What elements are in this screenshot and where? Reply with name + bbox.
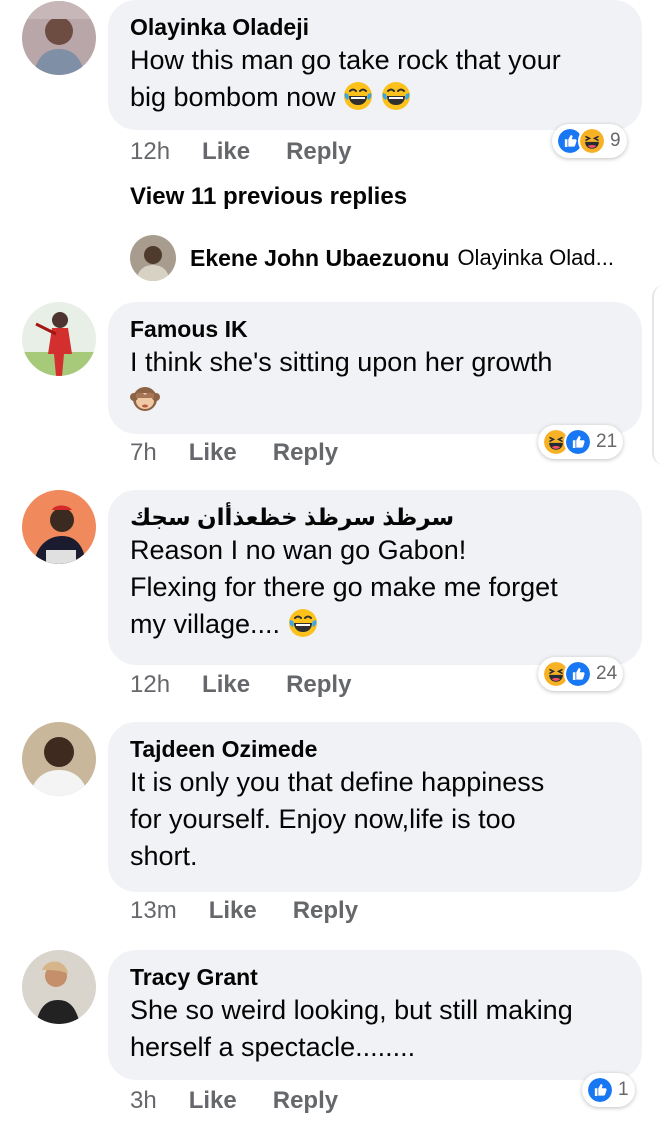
comment-text-line: I think she's sitting upon her growth xyxy=(130,347,553,377)
reaction-count: 9 xyxy=(610,130,621,151)
comment-timestamp[interactable]: 12h xyxy=(130,137,170,167)
comment-text-line: It is only you that define happiness xyxy=(130,767,545,797)
see-no-evil-monkey-emoji xyxy=(130,383,160,413)
comment-timestamp[interactable]: 3h xyxy=(130,1086,157,1116)
reply-snippet: Olayinka Olad... xyxy=(457,245,614,270)
reaction-summary[interactable]: 1 xyxy=(582,1073,635,1107)
like-button[interactable]: Like xyxy=(189,438,237,468)
comment-bubble: Tracy Grant She so weird looking, but st… xyxy=(108,950,642,1080)
reply-button[interactable]: Reply xyxy=(286,137,351,167)
laugh-cry-emoji xyxy=(381,81,411,111)
comment-timestamp[interactable]: 12h xyxy=(130,670,170,700)
laugh-cry-emoji xyxy=(288,608,318,638)
comment-text-line: herself a spectacle........ xyxy=(130,1032,416,1062)
comment-bubble: Famous IK I think she's sitting upon her… xyxy=(108,302,642,434)
avatar[interactable] xyxy=(22,302,96,376)
avatar[interactable] xyxy=(22,490,96,564)
like-reaction-icon xyxy=(586,1076,614,1104)
reaction-count: 21 xyxy=(596,431,618,452)
like-button[interactable]: Like xyxy=(202,670,250,700)
comment-author[interactable]: Tracy Grant xyxy=(130,962,620,992)
view-previous-replies-link[interactable]: View 11 previous replies xyxy=(130,183,407,211)
comment-author[interactable]: سرظذ سرظذ خظعذأان سجك xyxy=(130,502,620,532)
reply-button[interactable]: Reply xyxy=(286,670,351,700)
comment-timestamp[interactable]: 13m xyxy=(130,896,177,926)
laugh-cry-emoji xyxy=(343,81,373,111)
comment-bubble: سرظذ سرظذ خظعذأان سجك Reason I no wan go… xyxy=(108,490,642,665)
reaction-count: 1 xyxy=(618,1079,629,1100)
comment-author[interactable]: Olayinka Oladeji xyxy=(130,12,620,42)
comment-bubble: Tajdeen Ozimede It is only you that defi… xyxy=(108,722,642,892)
reply-button[interactable]: Reply xyxy=(273,1086,338,1116)
like-reaction-icon xyxy=(564,428,592,456)
comment-actions: 13m Like Reply xyxy=(130,896,358,926)
reaction-summary[interactable]: 24 xyxy=(538,657,624,691)
comment-text-line: Reason I no wan go Gabon! xyxy=(130,535,467,565)
scroll-indicator xyxy=(652,285,664,465)
comment-bubble: Olayinka Oladeji How this man go take ro… xyxy=(108,0,642,130)
avatar[interactable] xyxy=(22,1,96,75)
like-button[interactable]: Like xyxy=(209,896,257,926)
like-reaction-icon xyxy=(564,660,592,688)
comment-actions: 7h Like Reply xyxy=(130,438,338,468)
avatar[interactable] xyxy=(22,722,96,796)
comment-actions: 3h Like Reply xyxy=(130,1086,338,1116)
comment-timestamp[interactable]: 7h xyxy=(130,438,157,468)
avatar[interactable] xyxy=(22,950,96,1024)
reply-preview[interactable]: Ekene John Ubaezuonu Olayinka Olad... xyxy=(130,235,614,281)
comment-text-line: my village.... xyxy=(130,609,281,639)
avatar xyxy=(130,235,176,281)
comment-text-line: How this man go take rock that your xyxy=(130,45,561,75)
comment-author[interactable]: Famous IK xyxy=(130,314,620,344)
reaction-count: 24 xyxy=(596,663,618,684)
haha-reaction-icon xyxy=(578,127,606,155)
reaction-summary[interactable]: 9 xyxy=(552,124,627,158)
like-button[interactable]: Like xyxy=(189,1086,237,1116)
comment-author[interactable]: Tajdeen Ozimede xyxy=(130,734,620,764)
like-button[interactable]: Like xyxy=(202,137,250,167)
reply-button[interactable]: Reply xyxy=(273,438,338,468)
comment-text-line: for yourself. Enjoy now,life is too xyxy=(130,804,516,834)
reaction-summary[interactable]: 21 xyxy=(538,425,624,459)
comment-text-line: Flexing for there go make me forget xyxy=(130,572,558,602)
reply-button[interactable]: Reply xyxy=(293,896,358,926)
comment-text-line: big bombom now xyxy=(130,82,336,112)
reply-author[interactable]: Ekene John Ubaezuonu xyxy=(190,245,449,272)
comment-actions: 12h Like Reply xyxy=(130,670,351,700)
comment-actions: 12h Like Reply xyxy=(130,137,351,167)
comment-text-line: short. xyxy=(130,841,198,871)
comment-text-line: She so weird looking, but still making xyxy=(130,995,573,1025)
